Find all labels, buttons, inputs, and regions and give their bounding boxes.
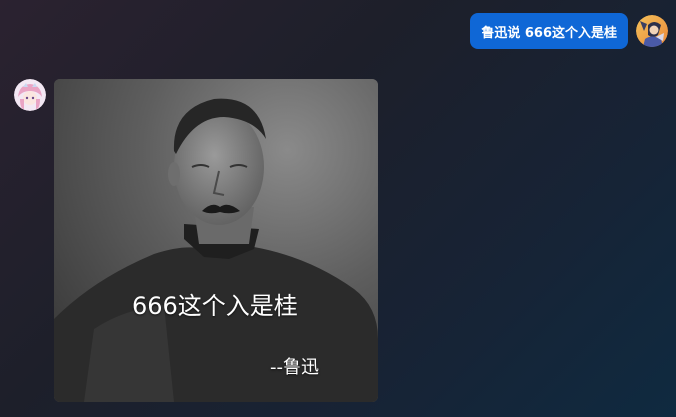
meme-attribution: --鲁迅: [270, 357, 319, 378]
bot-avatar-icon[interactable]: [14, 79, 46, 111]
meme-caption: 666这个入是桂: [132, 292, 298, 320]
meme-image[interactable]: 666这个入是桂 --鲁迅: [54, 79, 378, 402]
outgoing-message-text: 鲁迅说 666这个入是桂: [481, 25, 617, 41]
outgoing-message: 鲁迅说 666这个入是桂: [470, 13, 668, 49]
incoming-message: 666这个入是桂 --鲁迅: [14, 79, 378, 402]
user-avatar-icon[interactable]: [636, 15, 668, 47]
outgoing-message-bubble[interactable]: 鲁迅说 666这个入是桂: [470, 13, 628, 49]
